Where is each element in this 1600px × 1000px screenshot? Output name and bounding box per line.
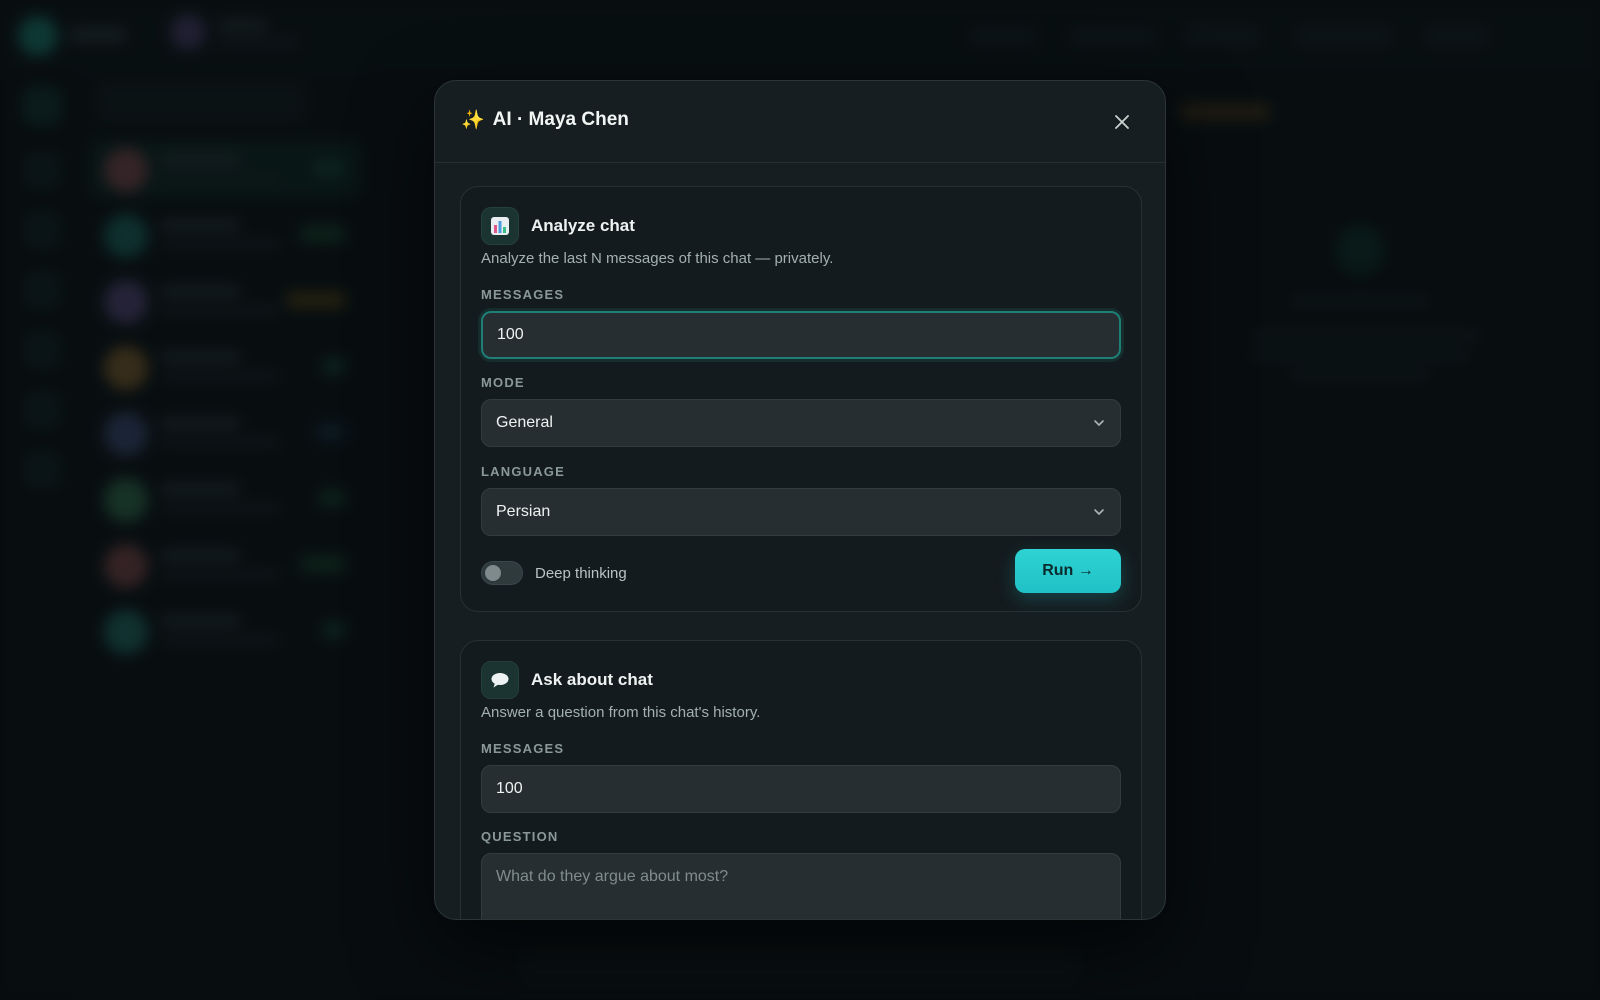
mode-select[interactable]: General (481, 399, 1121, 447)
ask-messages-input[interactable] (481, 765, 1121, 813)
sparkle-icon: ✨ (461, 110, 485, 131)
toggle-knob (485, 565, 501, 581)
language-label: LANGUAGE (481, 464, 565, 479)
mode-select-value: General (496, 414, 553, 431)
modal-title-text: AI · Maya Chen (492, 109, 629, 130)
question-input[interactable] (481, 853, 1121, 919)
ask-messages-label: MESSAGES (481, 741, 565, 756)
ai-modal: ✨ AI · Maya Chen Analyze chat Analyze th… (434, 80, 1166, 920)
modal-header: ✨ AI · Maya Chen (435, 81, 1165, 163)
mode-label: MODE (481, 375, 525, 390)
analyze-messages-label: MESSAGES (481, 287, 565, 302)
deep-thinking-row: Deep thinking (481, 561, 627, 585)
analyze-card-title: Analyze chat (531, 216, 635, 235)
analyze-card-description: Analyze the last N messages of this chat… (481, 250, 834, 267)
modal-title: ✨ AI · Maya Chen (461, 108, 629, 132)
run-button[interactable]: Run → (1015, 549, 1121, 593)
analyze-chat-card: Analyze chat Analyze the last N messages… (460, 186, 1142, 612)
language-select[interactable]: Persian (481, 488, 1121, 536)
close-icon (1115, 115, 1129, 129)
language-select-value: Persian (496, 503, 551, 520)
analyze-card-header: Analyze chat (481, 207, 635, 245)
deep-thinking-toggle[interactable] (481, 561, 523, 585)
speech-bubble-icon (481, 661, 519, 699)
modal-body[interactable]: Analyze chat Analyze the last N messages… (435, 164, 1165, 919)
question-label: QUESTION (481, 829, 559, 844)
chevron-down-icon (1094, 420, 1104, 426)
ask-card-description: Answer a question from this chat's histo… (481, 704, 761, 721)
ask-card-header: Ask about chat (481, 661, 653, 699)
analyze-messages-input[interactable] (481, 311, 1121, 359)
deep-thinking-label: Deep thinking (535, 564, 627, 582)
bar-chart-icon (481, 207, 519, 245)
close-button[interactable] (1109, 109, 1135, 135)
ask-chat-card: Ask about chat Answer a question from th… (460, 640, 1142, 919)
chevron-down-icon (1094, 509, 1104, 515)
ask-card-title: Ask about chat (531, 670, 653, 689)
